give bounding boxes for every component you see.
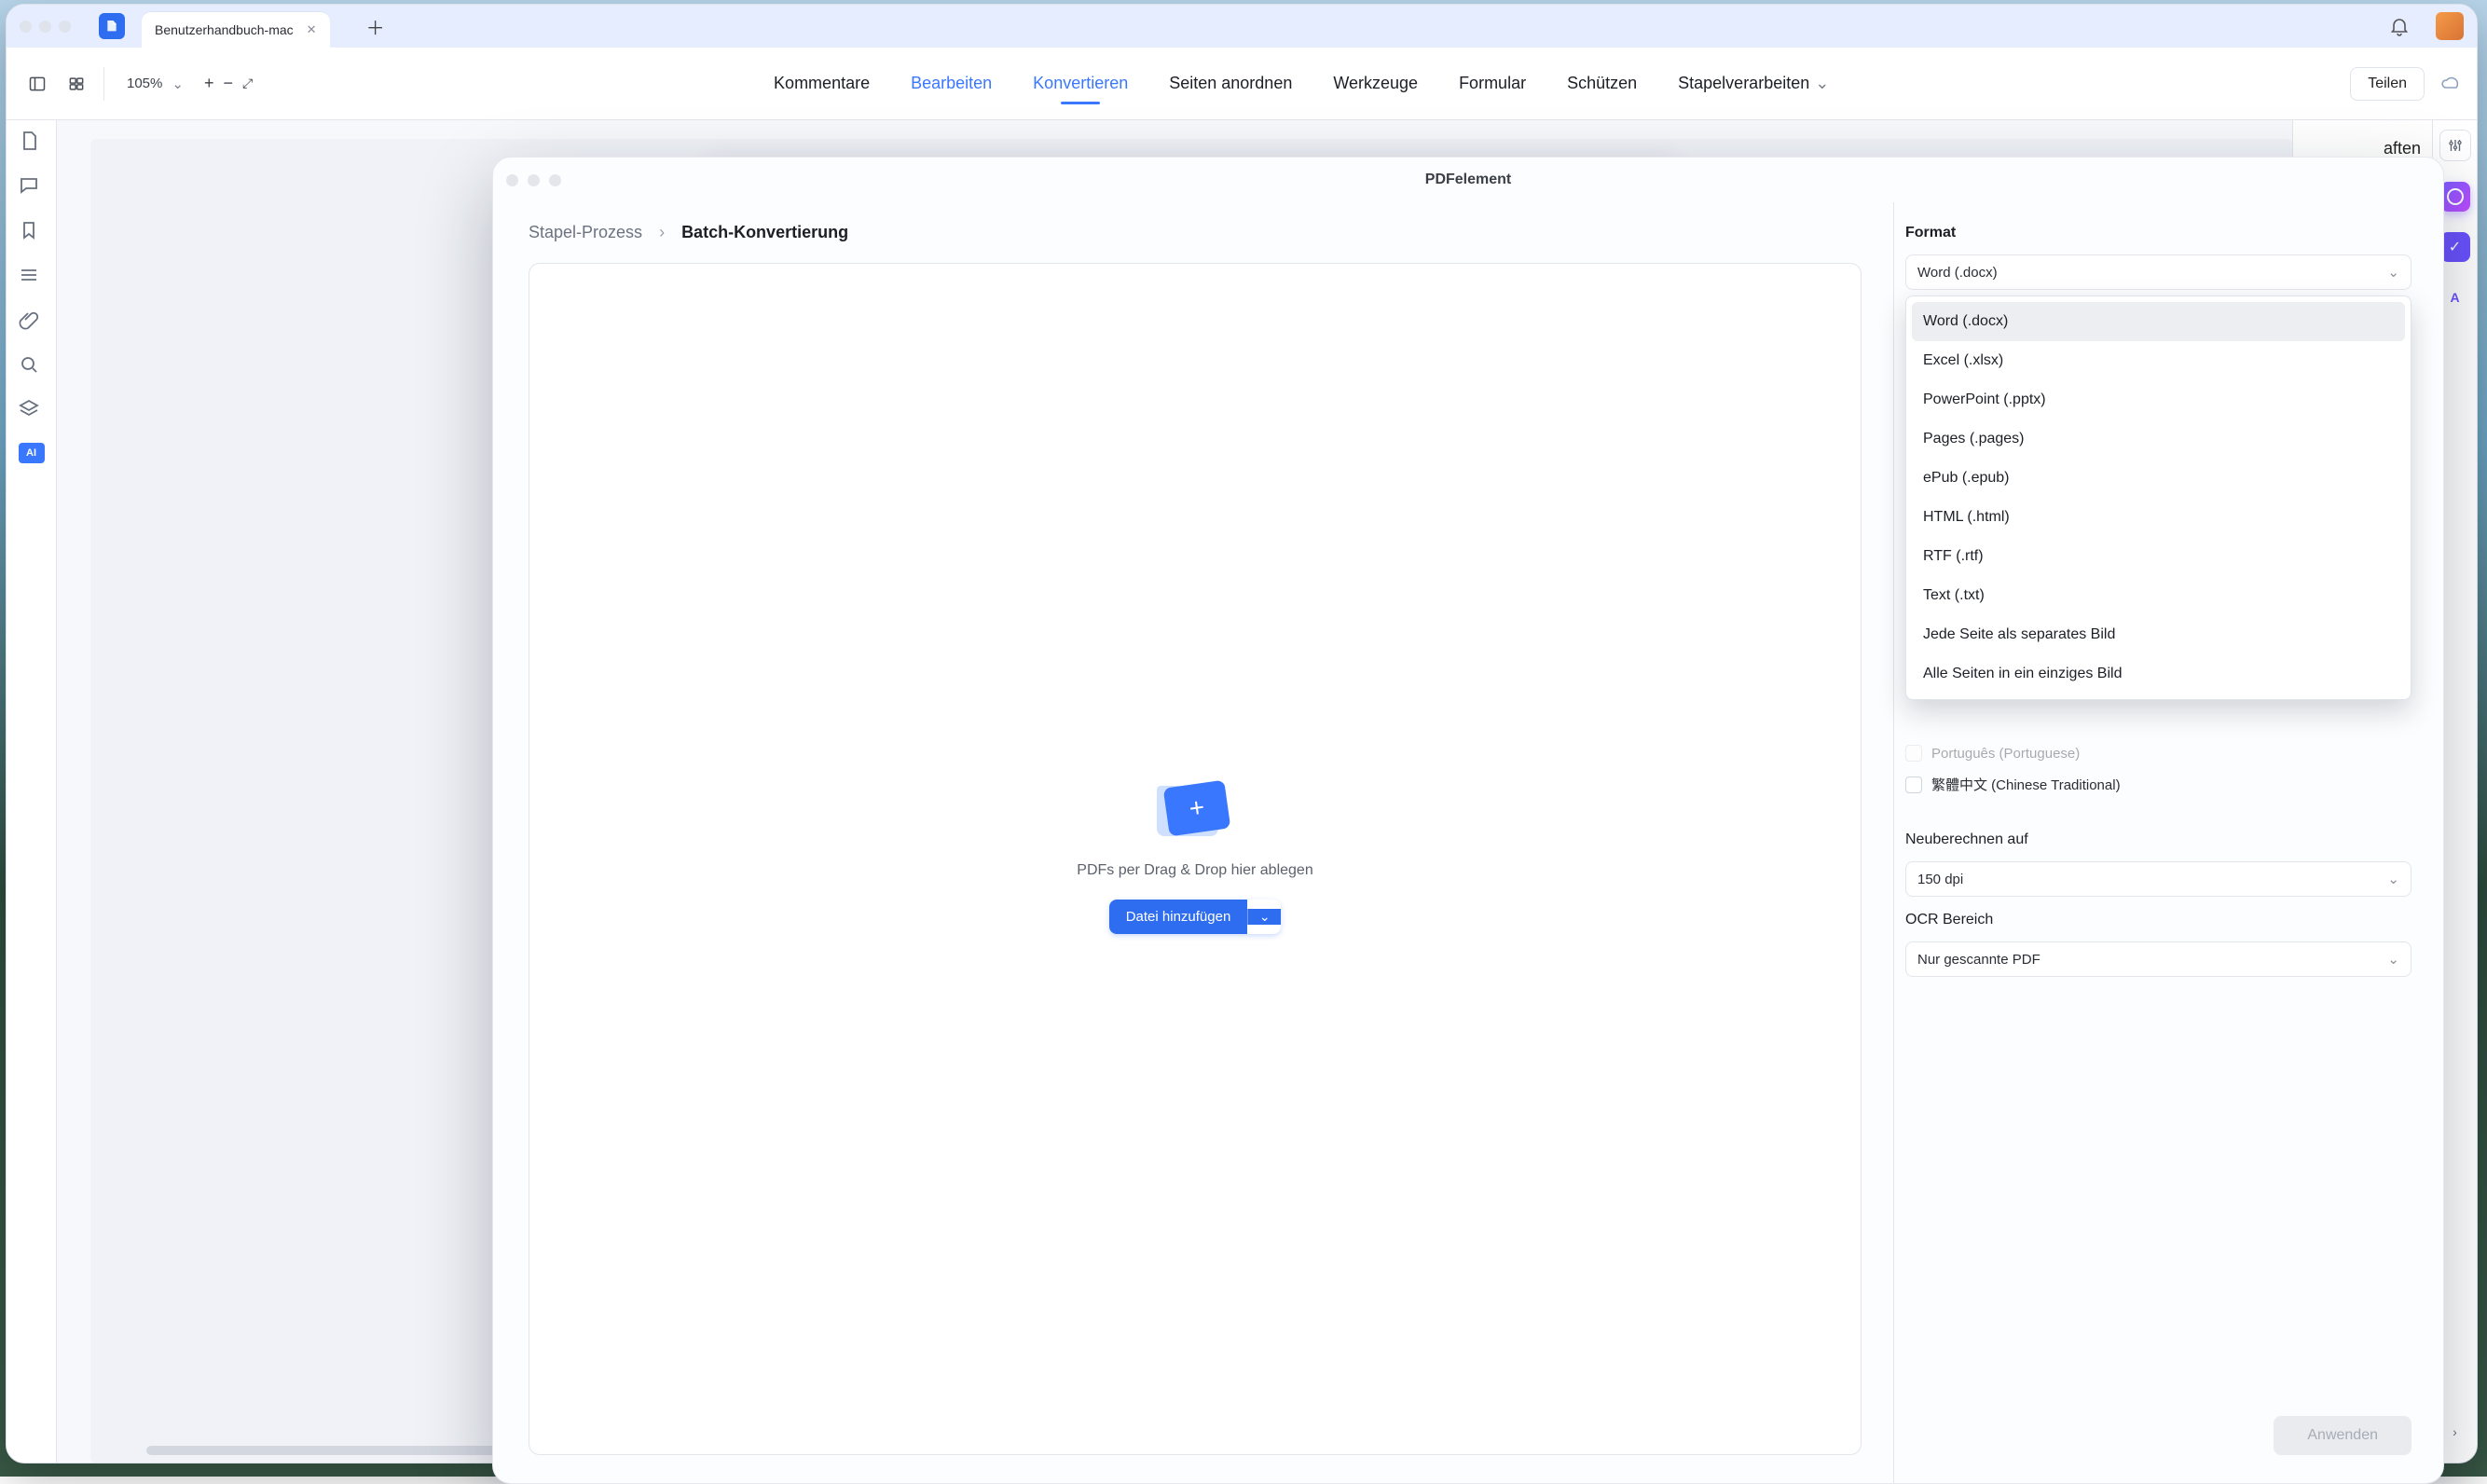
properties-title-fragment: aften (2304, 139, 2421, 158)
ocr-scope-value: Nur gescannte PDF (1917, 952, 2040, 968)
dialog-title: PDFelement (493, 158, 2443, 202)
ai-icon[interactable]: AI (19, 443, 45, 463)
batch-convert-dialog: PDFelement Stapel-Prozess › Batch-Konver… (492, 157, 2444, 1484)
layers-icon[interactable] (18, 398, 46, 426)
language-label: Português (Portuguese) (1931, 746, 2080, 762)
menu-edit[interactable]: Bearbeiten (909, 68, 994, 99)
format-option-pages[interactable]: Pages (.pages) (1912, 419, 2405, 459)
format-option-epub[interactable]: ePub (.epub) (1912, 459, 2405, 498)
breadcrumb: Stapel-Prozess › Batch-Konvertierung (529, 223, 1862, 242)
format-option-image-single[interactable]: Alle Seiten in ein einziges Bild (1912, 654, 2405, 694)
bookmark-icon[interactable] (18, 219, 46, 247)
dpi-label: Neuberechnen auf (1905, 831, 2411, 848)
close-window-dot[interactable] (20, 21, 32, 33)
language-checkbox-chinese-traditional[interactable]: 繁體中文 (Chinese Traditional) (1905, 775, 2411, 794)
format-option-html[interactable]: HTML (.html) (1912, 498, 2405, 537)
close-tab-icon[interactable]: ✕ (307, 22, 317, 37)
left-sidebar: AI (7, 120, 57, 1463)
add-file-split-button[interactable]: Datei hinzufügen ⌄ (1109, 900, 1282, 934)
format-select[interactable]: Word (.docx) ⌄ (1905, 254, 2411, 290)
add-file-menu-button[interactable]: ⌄ (1247, 909, 1281, 925)
panel-left-icon[interactable] (21, 68, 53, 100)
chevron-down-icon: ⌄ (172, 76, 184, 92)
menu-form[interactable]: Formular (1457, 68, 1528, 99)
apply-button[interactable]: Anwenden (2274, 1416, 2411, 1455)
ocr-scope-label: OCR Bereich (1905, 912, 2411, 928)
format-option-rtf[interactable]: RTF (.rtf) (1912, 537, 2405, 576)
breadcrumb-root[interactable]: Stapel-Prozess (529, 223, 642, 242)
thumbnail-grid-icon[interactable] (61, 68, 92, 100)
notifications-icon[interactable] (2387, 14, 2411, 38)
minimize-window-dot[interactable] (39, 21, 51, 33)
format-dropdown-menu[interactable]: Word (.docx) Excel (.xlsx) PowerPoint (.… (1905, 295, 2411, 700)
translate-icon[interactable]: A (2440, 282, 2470, 312)
new-tab-button[interactable]: ＋ (360, 10, 392, 42)
file-drop-zone[interactable]: + PDFs per Drag & Drop hier ablegen Date… (529, 263, 1862, 1455)
document-tab-label: Benutzerhandbuch-mac (155, 22, 294, 37)
drop-hint: PDFs per Drag & Drop hier ablegen (1077, 862, 1312, 879)
format-option-docx[interactable]: Word (.docx) (1912, 302, 2405, 341)
attachment-icon[interactable] (18, 309, 46, 337)
chevron-right-icon: › (659, 223, 665, 242)
add-file-button[interactable]: Datei hinzufügen (1109, 900, 1248, 934)
titlebar: Benutzerhandbuch-mac ✕ ＋ (7, 5, 2477, 48)
menu-organize-pages[interactable]: Seiten anordnen (1167, 68, 1294, 99)
zoom-value: 105% (121, 76, 168, 91)
language-checkbox-portuguese[interactable]: Português (Portuguese) (1905, 745, 2411, 762)
zoom-window-dot[interactable] (59, 21, 71, 33)
format-option-image-per-page[interactable]: Jede Seite als separates Bild (1912, 615, 2405, 654)
dialog-titlebar: PDFelement (493, 158, 2443, 202)
menu-tools[interactable]: Werkzeuge (1331, 68, 1420, 99)
format-option-txt[interactable]: Text (.txt) (1912, 576, 2405, 615)
dpi-select-value: 150 dpi (1917, 872, 1963, 887)
zoom-in-button[interactable]: + (204, 74, 214, 93)
menu-batch-label: Stapelverarbeiten (1678, 74, 1809, 93)
search-icon[interactable] (18, 353, 46, 381)
menu-batch[interactable]: Stapelverarbeiten ⌄ (1676, 68, 1831, 99)
zoom-control[interactable]: 105% ⌄ (121, 76, 184, 92)
chevron-down-icon: ⌄ (2387, 264, 2399, 281)
avatar[interactable] (2436, 12, 2464, 40)
menu-protect[interactable]: Schützen (1565, 68, 1639, 99)
menu-convert[interactable]: Konvertieren (1031, 68, 1130, 99)
format-option-xlsx[interactable]: Excel (.xlsx) (1912, 341, 2405, 380)
ai-assistant-icon[interactable] (2440, 182, 2470, 212)
tasks-icon[interactable] (2440, 232, 2470, 262)
format-select-value: Word (.docx) (1917, 265, 1998, 281)
breadcrumb-current: Batch-Konvertierung (681, 223, 848, 242)
cloud-sync-icon[interactable] (2439, 71, 2462, 96)
ocr-scope-select[interactable]: Nur gescannte PDF ⌄ (1905, 941, 2411, 977)
chevron-down-icon: ⌄ (2387, 871, 2399, 887)
share-button[interactable]: Teilen (2350, 67, 2425, 101)
page-icon[interactable] (18, 130, 46, 158)
chevron-down-icon: ⌄ (1815, 74, 1829, 93)
fit-page-icon[interactable]: ⤢ (242, 76, 253, 91)
format-label: Format (1905, 225, 2411, 241)
format-option-pptx[interactable]: PowerPoint (.pptx) (1912, 380, 2405, 419)
app-logo-icon (99, 13, 125, 39)
checkbox-icon[interactable] (1905, 745, 1922, 762)
language-label: 繁體中文 (Chinese Traditional) (1931, 775, 2121, 794)
dpi-select[interactable]: 150 dpi ⌄ (1905, 861, 2411, 897)
document-tab[interactable]: Benutzerhandbuch-mac ✕ (142, 12, 330, 48)
settings-icon[interactable] (2439, 130, 2471, 161)
window-traffic-lights[interactable] (20, 21, 71, 33)
main-menu-bar: Kommentare Bearbeiten Konvertieren Seite… (266, 68, 2337, 99)
folder-add-icon: + (1157, 784, 1233, 842)
comment-icon[interactable] (18, 174, 46, 202)
zoom-out-button[interactable]: − (223, 74, 233, 93)
chevron-down-icon: ⌄ (2387, 951, 2399, 968)
expand-panel-icon[interactable]: › (2443, 1420, 2467, 1444)
menu-comments[interactable]: Kommentare (772, 68, 872, 99)
checkbox-icon[interactable] (1905, 776, 1922, 793)
list-icon[interactable] (18, 264, 46, 292)
toolbar: 105% ⌄ + − ⤢ Kommentare Bearbeiten Konve… (7, 48, 2477, 120)
